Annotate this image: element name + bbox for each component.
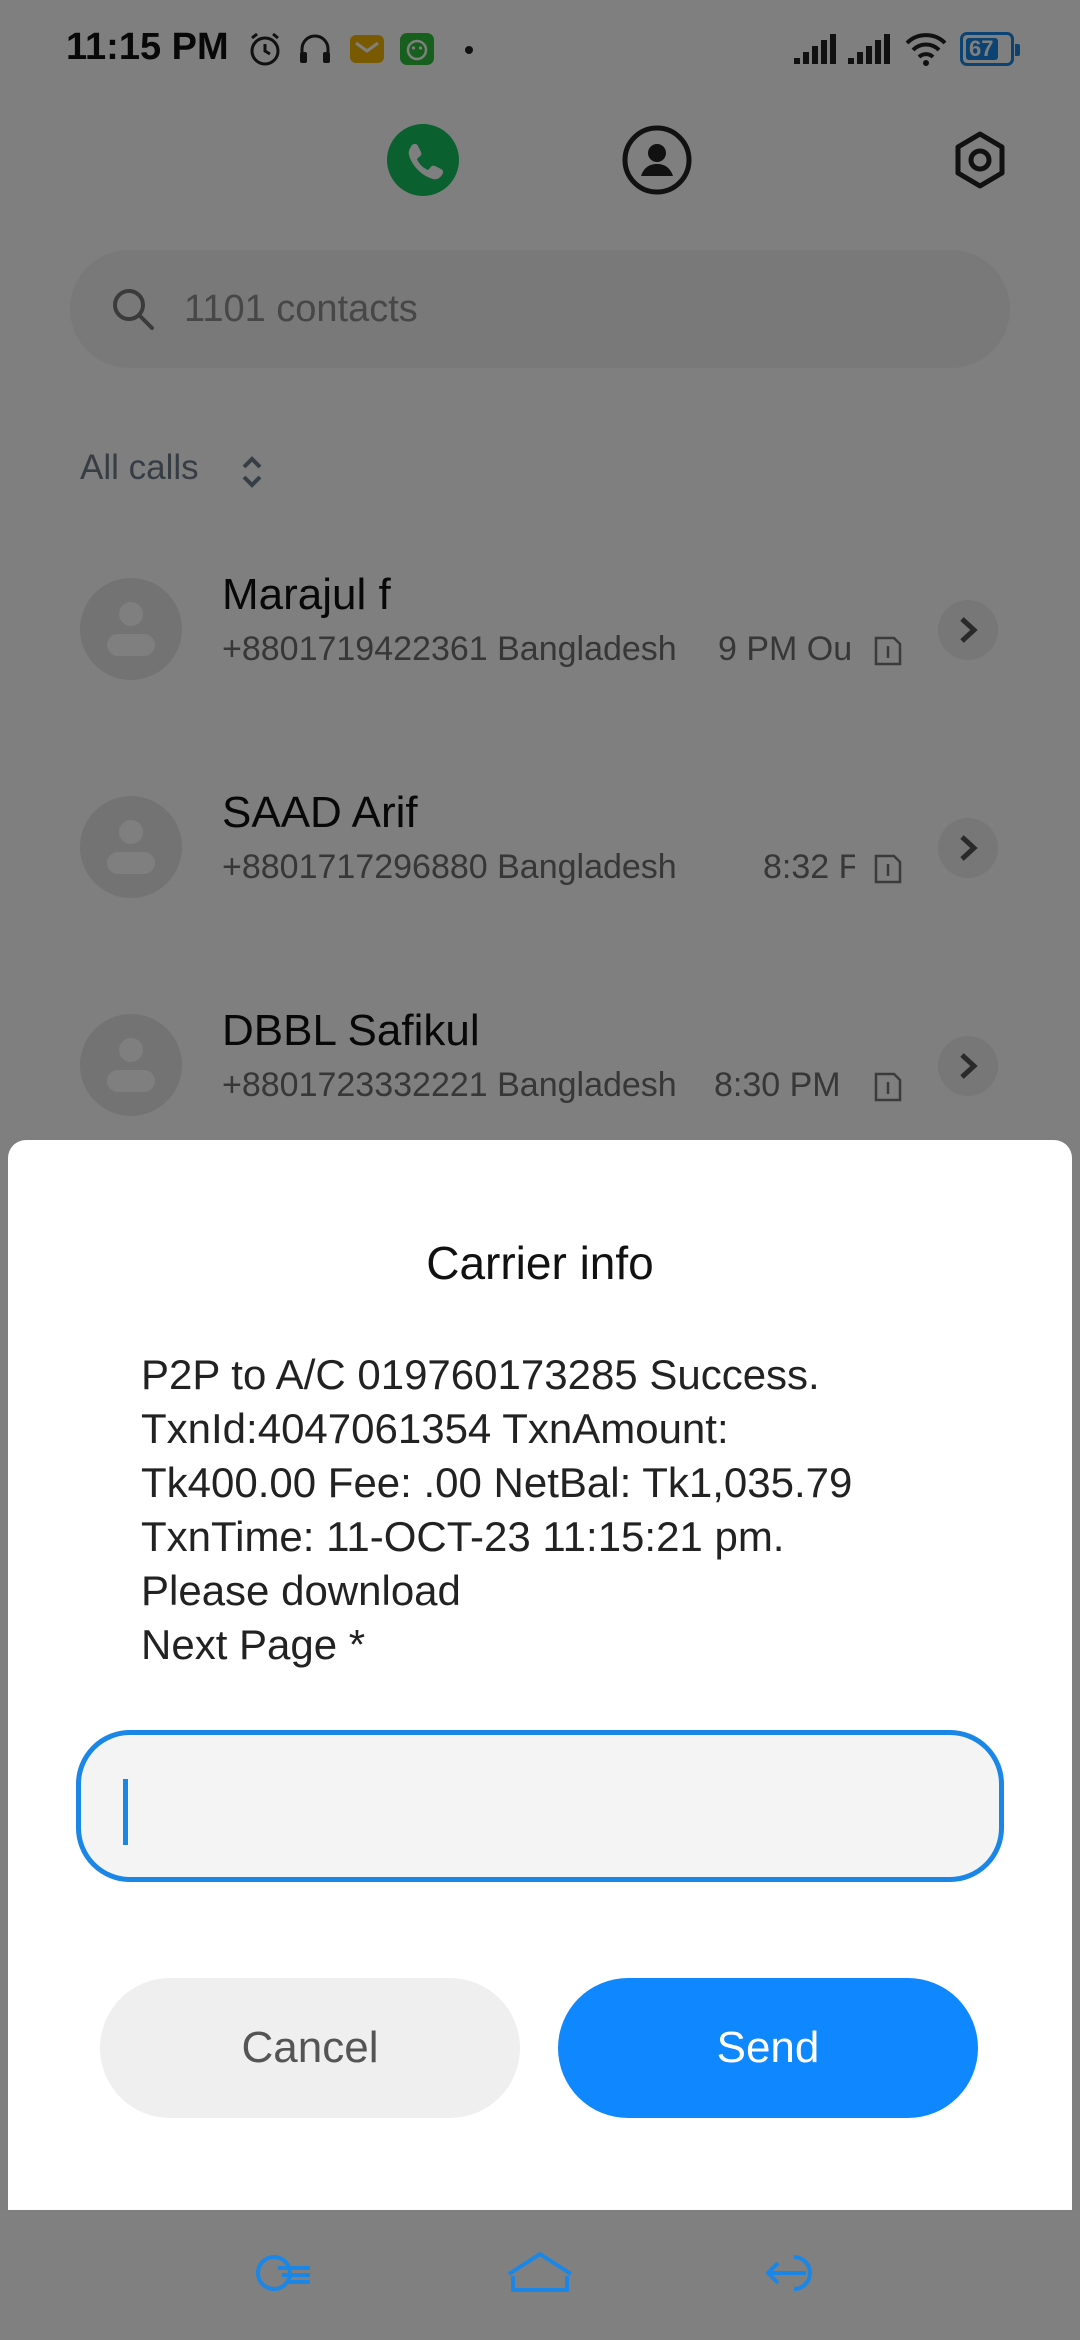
text-cursor (123, 1779, 128, 1845)
dialog-message: P2P to A/C 019760173285 Success. TxnId:4… (141, 1351, 853, 1668)
send-button[interactable]: Send (558, 1978, 978, 2118)
reply-field[interactable] (76, 1730, 1004, 1882)
home-icon[interactable] (505, 2248, 575, 2298)
back-icon[interactable] (760, 2248, 830, 2298)
cancel-button[interactable]: Cancel (100, 1978, 520, 2118)
recents-icon[interactable] (248, 2248, 318, 2298)
dialog-title: Carrier info (426, 1237, 654, 1289)
navigation-bar (0, 2210, 1080, 2340)
carrier-info-dialog: Carrier info P2P to A/C 019760173285 Suc… (8, 1140, 1072, 2210)
reply-input[interactable] (121, 1763, 965, 1851)
